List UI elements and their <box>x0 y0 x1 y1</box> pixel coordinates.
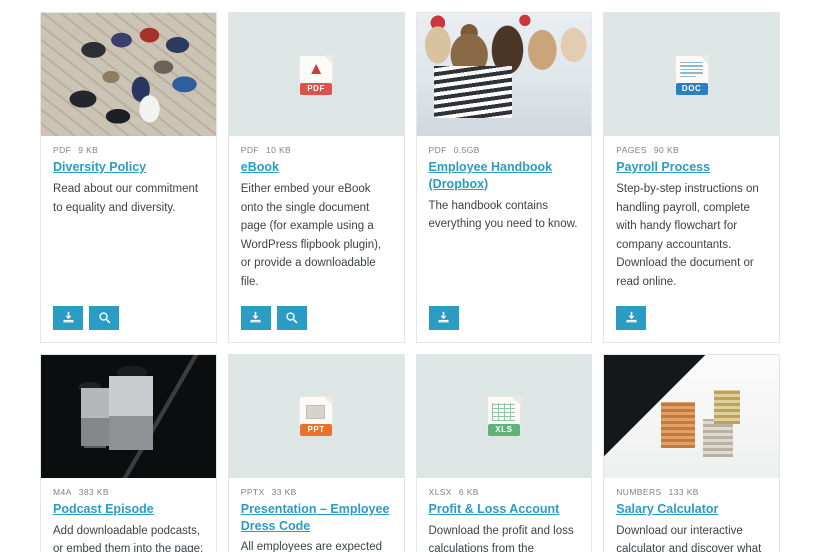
document-description: Step-by-step instructions on handling pa… <box>616 182 759 288</box>
card-body: PDF 10 KB eBook Either embed your eBook ont… <box>229 136 404 342</box>
download-button[interactable] <box>53 305 83 330</box>
document-card: PDF 9 KB Diversity Policy Read about our co… <box>40 12 217 343</box>
card-actions <box>428 292 580 330</box>
preview-search-button[interactable] <box>89 305 119 330</box>
document-title-link[interactable]: Profit & Loss Account <box>429 501 580 518</box>
document-title-link[interactable]: Presentation – Employee Dress Code <box>241 501 392 535</box>
search-icon <box>285 311 298 324</box>
file-meta: NUMBERS 133 KB <box>616 487 767 497</box>
file-type: PDF <box>240 145 259 155</box>
document-card: M4A 383 KB Podcast Episode Add downloadable… <box>40 353 217 552</box>
file-icon-thumbnail[interactable]: DOC <box>604 13 779 136</box>
document-description: Download our interactive calculator and … <box>616 524 762 552</box>
file-type: NUMBERS <box>616 486 662 497</box>
card-body: M4A 383 KB Podcast Episode Add downloadable… <box>41 478 216 552</box>
doc-file-icon: DOC <box>674 54 709 95</box>
document-card: ▲ PDF PDF 10 KB eBook Either embed your eBook… <box>227 12 405 343</box>
file-size: 90 KB <box>653 145 680 155</box>
document-description: Add downloadable podcasts, or embed them… <box>53 524 204 552</box>
document-title-link[interactable]: Podcast Episode <box>53 501 204 518</box>
file-type-badge: DOC <box>675 82 708 95</box>
ppt-file-icon: PPT <box>299 396 334 437</box>
document-title-link[interactable]: Salary Calculator <box>616 501 767 518</box>
document-title-link[interactable]: Diversity Policy <box>53 159 204 176</box>
document-title-link[interactable]: Employee Handbook (Dropbox) <box>429 159 580 193</box>
file-meta: PDF 9 KB <box>53 145 204 155</box>
document-card: DOC PAGES 90 KB Payroll Process Step-by-step… <box>603 12 780 343</box>
file-meta: PAGES 90 KB <box>616 145 767 155</box>
card-body: PAGES 90 KB Payroll Process Step-by-step in… <box>604 136 779 342</box>
crowd-of-people-photo[interactable] <box>416 13 592 136</box>
file-size: 0.5GB <box>453 145 480 155</box>
file-size: 6 KB <box>458 486 479 497</box>
file-size: 33 KB <box>271 486 297 497</box>
download-icon <box>249 311 262 324</box>
card-body: PDF 9 KB Diversity Policy Read about our co… <box>41 136 216 342</box>
xls-file-icon: XLS <box>486 396 521 437</box>
calculator-and-coins-photo[interactable] <box>604 354 779 478</box>
download-button[interactable] <box>428 305 459 330</box>
preview-search-button[interactable] <box>276 305 307 330</box>
file-size: 383 KB <box>78 486 109 497</box>
file-size: 10 KB <box>265 145 292 155</box>
file-type: M4A <box>53 486 72 497</box>
card-actions <box>616 292 767 330</box>
file-meta: PDF 0.5GB <box>429 145 580 155</box>
download-button[interactable] <box>240 305 271 330</box>
card-actions <box>53 292 204 330</box>
download-button[interactable] <box>616 305 647 330</box>
file-type-badge: PPT <box>300 424 333 437</box>
download-icon <box>62 311 75 324</box>
file-meta: M4A 383 KB <box>53 487 204 497</box>
file-type: XLSX <box>428 486 452 497</box>
search-icon <box>98 311 111 324</box>
document-card: NUMBERS 133 KB Salary Calculator Download o… <box>603 353 780 552</box>
file-icon-thumbnail[interactable]: PPT <box>228 354 404 478</box>
studio-microphones-photo[interactable] <box>41 354 216 478</box>
file-type: PPTX <box>240 486 265 497</box>
document-description: Read about our commitment to equality an… <box>53 182 199 214</box>
document-description: The handbook contains everything you nee… <box>428 199 578 231</box>
document-card: PPT PPTX 33 KB Presentation – Employee Dres… <box>227 353 405 552</box>
card-actions <box>240 292 392 330</box>
download-icon <box>625 311 638 324</box>
file-type-badge: XLS <box>487 424 520 437</box>
file-type-badge: PDF <box>300 82 333 95</box>
file-type: PAGES <box>616 145 647 155</box>
document-title-link[interactable]: Payroll Process <box>616 159 767 176</box>
card-body: PPTX 33 KB Presentation – Employee Dress C… <box>229 478 404 552</box>
file-type: PDF <box>428 145 447 155</box>
file-icon-thumbnail[interactable]: ▲ PDF <box>228 13 404 136</box>
document-library-grid: PDF 9 KB Diversity Policy Read about our co… <box>0 0 820 552</box>
document-description: All employees are expected to look profe… <box>240 541 383 552</box>
card-body: XLSX 6 KB Profit & Loss Account Download th… <box>417 478 592 552</box>
document-title-link[interactable]: eBook <box>241 159 392 176</box>
file-type: PDF <box>53 145 72 155</box>
file-meta: XLSX 6 KB <box>429 487 580 497</box>
document-card: XLS XLSX 6 KB Profit & Loss Account Download… <box>415 353 593 552</box>
file-icon-thumbnail[interactable]: XLS <box>416 354 592 478</box>
pdf-file-icon: ▲ PDF <box>299 54 334 95</box>
document-card: PDF 0.5GB Employee Handbook (Dropbox) The h… <box>415 12 593 343</box>
file-meta: PDF 10 KB <box>241 145 392 155</box>
file-size: 133 KB <box>668 486 699 497</box>
file-size: 9 KB <box>78 145 99 155</box>
document-description: Either embed your eBook onto the single … <box>240 182 382 288</box>
circle-of-shoes-photo[interactable] <box>41 13 216 136</box>
download-icon <box>437 311 450 324</box>
file-meta: PPTX 33 KB <box>241 487 392 497</box>
document-description: Download the profit and loss calculation… <box>428 524 574 552</box>
card-body: PDF 0.5GB Employee Handbook (Dropbox) The h… <box>417 136 592 342</box>
card-body: NUMBERS 133 KB Salary Calculator Download o… <box>604 478 779 552</box>
